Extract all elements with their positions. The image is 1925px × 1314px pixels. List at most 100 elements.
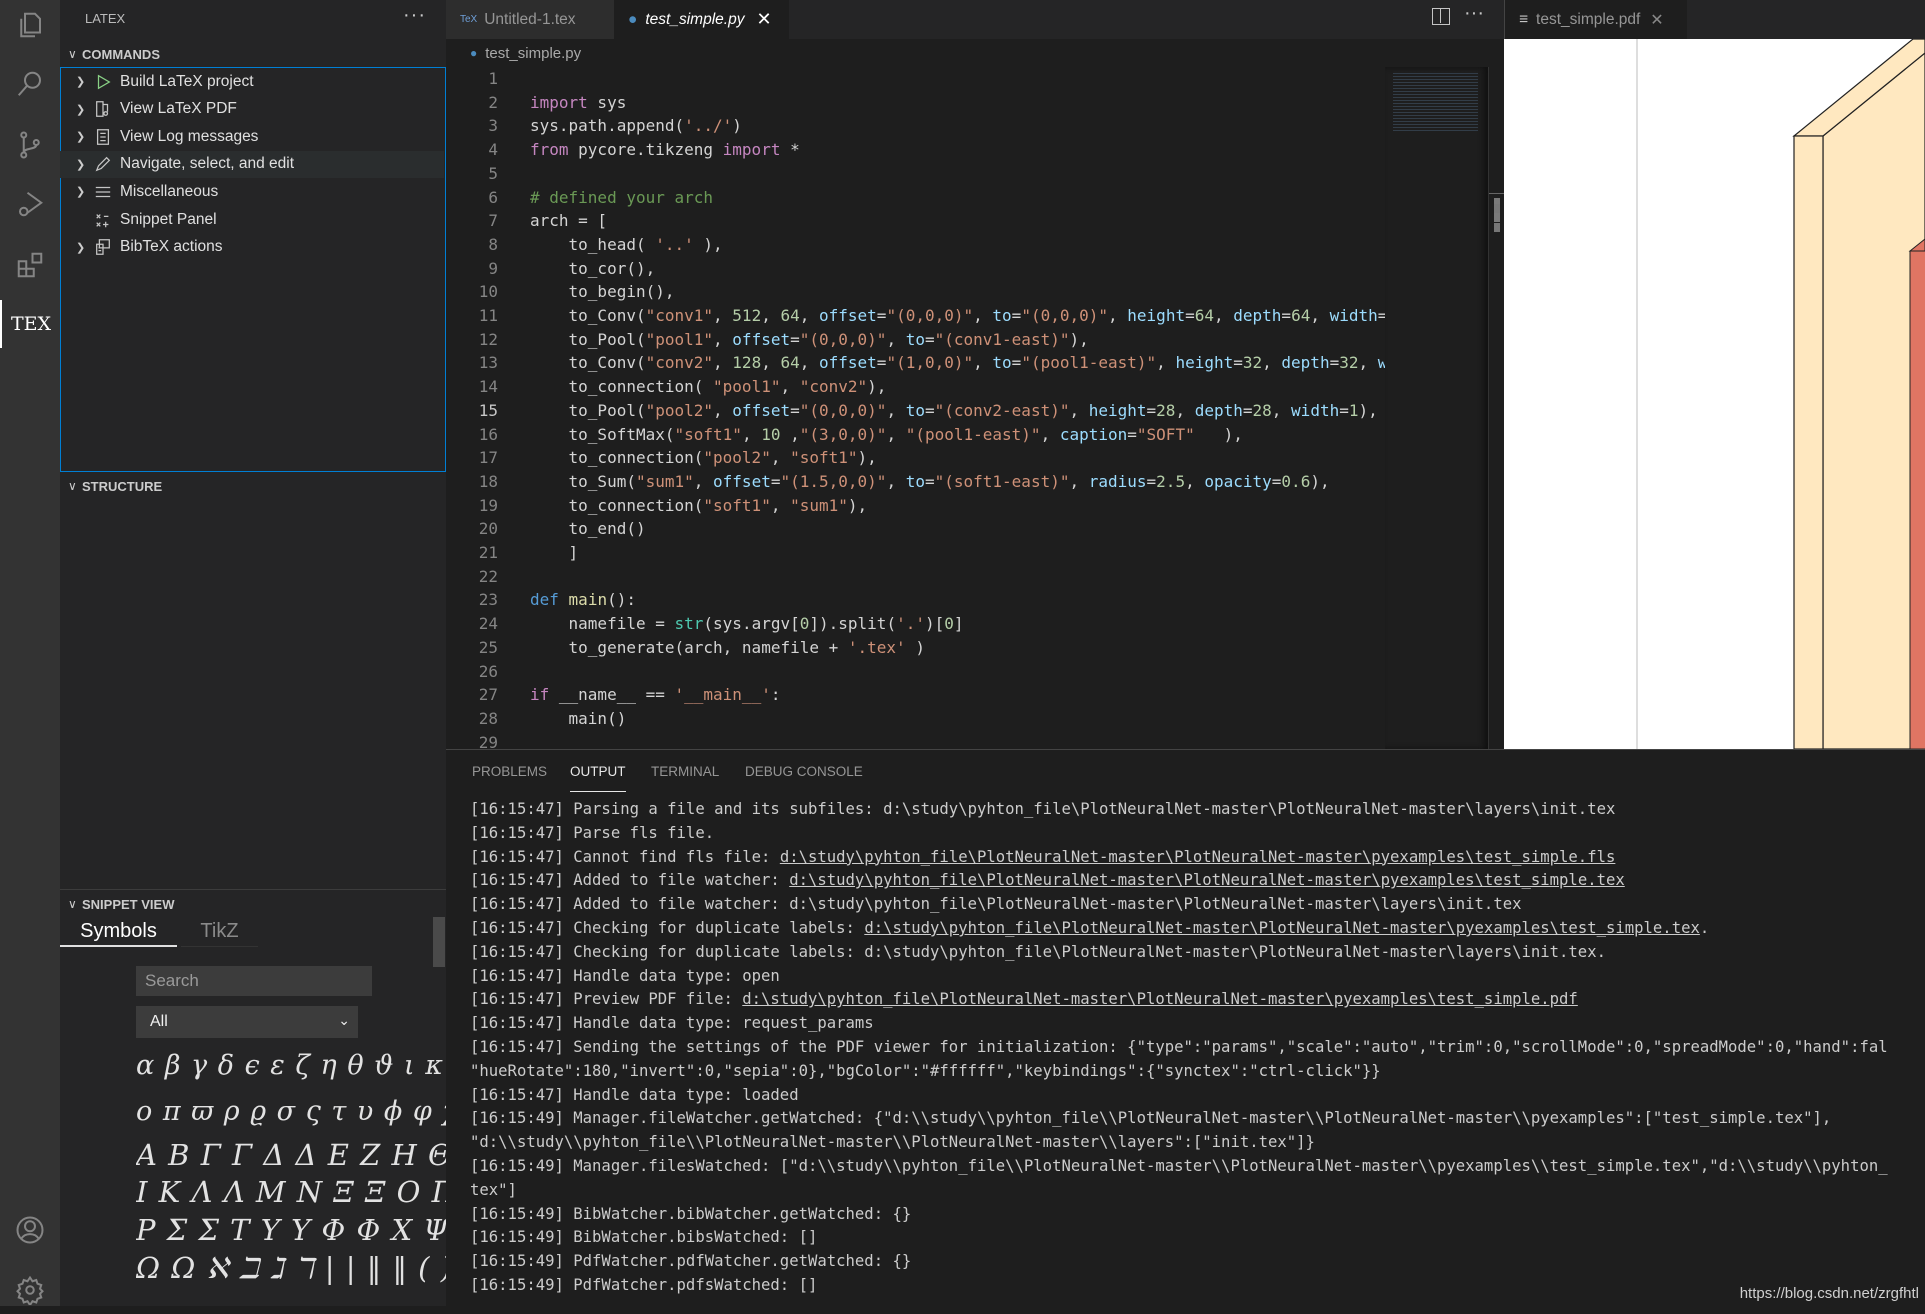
output-log[interactable]: [16:15:47] Parsing a file and its subfil… bbox=[470, 798, 1925, 1307]
more-actions-icon[interactable]: ··· bbox=[1464, 2, 1484, 25]
line-number: 14 bbox=[478, 377, 498, 397]
code-token: "pool2" bbox=[645, 400, 714, 420]
code-line[interactable]: import sys bbox=[530, 91, 626, 115]
accounts-button[interactable] bbox=[0, 1206, 60, 1254]
command-item-miscellaneous[interactable]: ❯ Miscellaneous bbox=[60, 178, 444, 205]
code-line[interactable]: to_connection("pool2", "soft1"), bbox=[530, 446, 877, 470]
source-control-button[interactable] bbox=[0, 121, 60, 169]
close-icon[interactable]: ✕ bbox=[756, 9, 771, 30]
code-token: __name__ == bbox=[549, 685, 675, 705]
code-line[interactable]: # defined your arch bbox=[530, 186, 713, 210]
code-line[interactable]: to_Conv("conv1", 512, 64, offset="(0,0,0… bbox=[530, 304, 1385, 328]
latex-button[interactable]: TEX bbox=[0, 300, 60, 348]
code-line[interactable]: if __name__ == '__main__': bbox=[530, 683, 780, 707]
commands-section-header[interactable]: ∨ COMMANDS bbox=[60, 42, 446, 66]
code-line[interactable]: to_cor(), bbox=[530, 257, 656, 281]
code-token: "(soft1-east)" bbox=[934, 471, 1070, 491]
code-line[interactable]: to_Pool("pool2", offset="(0,0,0)", to="(… bbox=[530, 399, 1378, 423]
command-item-bibtex-actions[interactable]: ❯ BibTeX actions bbox=[60, 234, 444, 261]
command-item-view-log-messages[interactable]: ❯ View Log messages bbox=[60, 123, 444, 150]
snippet-scrollbar[interactable] bbox=[433, 917, 445, 967]
chevron-right-icon[interactable]: ❯ bbox=[76, 103, 94, 116]
split-editor-icon[interactable] bbox=[1432, 8, 1450, 25]
tab-terminal[interactable]: TERMINAL bbox=[651, 764, 719, 792]
chevron-right-icon[interactable]: ❯ bbox=[76, 130, 94, 143]
output-text: [16:15:49] BibWatcher.bibWatcher.getWatc… bbox=[470, 1204, 912, 1223]
file-link[interactable]: d:\study\pyhton_file\PlotNeuralNet-maste… bbox=[864, 919, 1700, 937]
output-text: [16:15:47] Handle data type: request_par… bbox=[470, 1014, 874, 1033]
code-token: , bbox=[713, 400, 733, 420]
settings-button[interactable] bbox=[0, 1266, 60, 1314]
minimap[interactable] bbox=[1385, 67, 1488, 749]
code-line[interactable]: to_SoftMax("soft1", 10 ,"(3,0,0)", "(poo… bbox=[530, 423, 1243, 447]
symbol-row[interactable]: I K Λ Λ M N Ξ Ξ O Π Π bbox=[136, 1175, 476, 1209]
code-line[interactable]: to_connection("soft1", "sum1"), bbox=[530, 494, 868, 518]
symbol-row[interactable]: α β γ δ ϵ ε ζ η θ ϑ ι κ λ μ ν ξ bbox=[136, 1050, 476, 1081]
code-token: = bbox=[1127, 424, 1137, 444]
code-line[interactable]: to_end() bbox=[530, 517, 646, 541]
code-line[interactable]: def main(): bbox=[530, 588, 636, 612]
code-line[interactable]: to_begin(), bbox=[530, 280, 675, 304]
code-line[interactable]: to_generate(arch, namefile + '.tex' ) bbox=[530, 636, 925, 660]
file-link[interactable]: d:\study\pyhton_file\PlotNeuralNet-maste… bbox=[789, 871, 1625, 889]
code-line[interactable]: to_Pool("pool1", offset="(0,0,0)", to="(… bbox=[530, 328, 1089, 352]
code-token: to_SoftMax( bbox=[530, 424, 675, 444]
tab-tikz[interactable]: TikZ bbox=[181, 917, 258, 947]
pdf-viewer[interactable] bbox=[1504, 38, 1925, 750]
file-link[interactable]: d:\study\pyhton_file\PlotNeuralNet-maste… bbox=[780, 848, 1616, 866]
symbol-search-input[interactable] bbox=[136, 966, 372, 996]
code-line[interactable]: from pycore.tikzeng import * bbox=[530, 138, 800, 162]
close-icon[interactable]: ✕ bbox=[1650, 10, 1663, 30]
symbol-row[interactable]: P Σ Σ T Υ Υ Φ Φ X Ψ Ψ bbox=[136, 1213, 476, 1247]
commands-header-label: COMMANDS bbox=[82, 46, 160, 62]
command-item-view-latex-pdf[interactable]: ❯ View LaTeX PDF bbox=[60, 96, 444, 123]
tab-test-simple-py[interactable]: ● test_simple.py ✕ bbox=[614, 0, 789, 39]
chevron-right-icon[interactable]: ❯ bbox=[76, 158, 94, 171]
code-token: offset bbox=[732, 329, 791, 349]
code-line[interactable]: to_Sum("sum1", offset="(1.5,0,0)", to="(… bbox=[530, 470, 1330, 494]
code-line[interactable]: to_head( '..' ), bbox=[530, 233, 723, 257]
code-line[interactable]: arch = [ bbox=[530, 209, 607, 233]
symbol-row[interactable]: A B Γ Γ Δ Δ E Z H Θ Θ bbox=[136, 1138, 476, 1172]
tab-debug-console[interactable]: DEBUG CONSOLE bbox=[745, 764, 863, 792]
tab-test-simple-pdf[interactable]: ≡ test_simple.pdf ✕ bbox=[1505, 0, 1687, 39]
tab-problems[interactable]: PROBLEMS bbox=[472, 764, 547, 792]
symbol-category-select[interactable]: All ⌄ bbox=[136, 1006, 358, 1038]
breadcrumb[interactable]: ● test_simple.py bbox=[446, 39, 1504, 67]
command-item-snippet-panel[interactable]: Snippet Panel bbox=[60, 206, 444, 233]
command-item-build-latex-project[interactable]: ❯ Build LaTeX project bbox=[60, 68, 444, 95]
code-token: , bbox=[973, 353, 993, 373]
structure-section-header[interactable]: ∨ STRUCTURE bbox=[60, 474, 446, 498]
file-link[interactable]: d:\study\pyhton_file\PlotNeuralNet-maste… bbox=[742, 990, 1578, 1008]
code-token: offset bbox=[713, 471, 771, 491]
tab-symbols[interactable]: Symbols bbox=[60, 917, 177, 947]
code-line[interactable]: sys.path.append('../') bbox=[530, 114, 742, 138]
chevron-right-icon[interactable]: ❯ bbox=[76, 241, 94, 254]
run-debug-button[interactable] bbox=[0, 180, 60, 228]
chevron-right-icon[interactable]: ❯ bbox=[76, 185, 94, 198]
line-number: 9 bbox=[488, 258, 498, 278]
code-token: = bbox=[1281, 306, 1292, 325]
code-token: '.' bbox=[896, 614, 925, 634]
symbol-row[interactable]: Ω Ω ℵ ℶ ℷ ℸ | | ‖ ‖ ( ) [ ] { } ⟨ bbox=[136, 1251, 476, 1285]
code-line[interactable]: namefile = str(sys.argv[0]).split('.')[0… bbox=[530, 612, 964, 636]
code-line[interactable]: to_Conv("conv2", 128, 64, offset="(1,0,0… bbox=[530, 351, 1385, 375]
command-item-navigate-select-and-edit[interactable]: ❯ Navigate, select, and edit bbox=[60, 150, 444, 178]
code-line[interactable]: to_connection( "pool1", "conv2"), bbox=[530, 375, 887, 399]
editor-scrollbar[interactable] bbox=[1488, 67, 1505, 749]
tab-untitled-1[interactable]: TeX Untitled-1.tex bbox=[446, 0, 614, 39]
extensions-button[interactable] bbox=[0, 241, 60, 289]
chevron-right-icon[interactable]: ❯ bbox=[76, 75, 94, 88]
line-number: 26 bbox=[478, 661, 498, 681]
code-token: arch = [ bbox=[530, 211, 608, 231]
explorer-button[interactable] bbox=[0, 1, 60, 49]
search-button[interactable] bbox=[0, 60, 60, 108]
snippet-view-section-header[interactable]: ∨ SNIPPET VIEW bbox=[60, 892, 446, 916]
code-line[interactable]: main() bbox=[530, 707, 627, 731]
code-line[interactable]: ] bbox=[530, 541, 579, 565]
code-editor[interactable]: 1 2 import sys 3 sys.path.append('../') 4 from… bbox=[446, 67, 1385, 749]
tab-output[interactable]: OUTPUT bbox=[570, 764, 626, 792]
more-actions-button[interactable]: ··· bbox=[403, 4, 426, 27]
code-token: to_head( bbox=[530, 234, 656, 254]
symbol-row[interactable]: o π ϖ ρ ϱ σ ς τ υ ϕ φ χ ψ ω bbox=[136, 1096, 476, 1127]
